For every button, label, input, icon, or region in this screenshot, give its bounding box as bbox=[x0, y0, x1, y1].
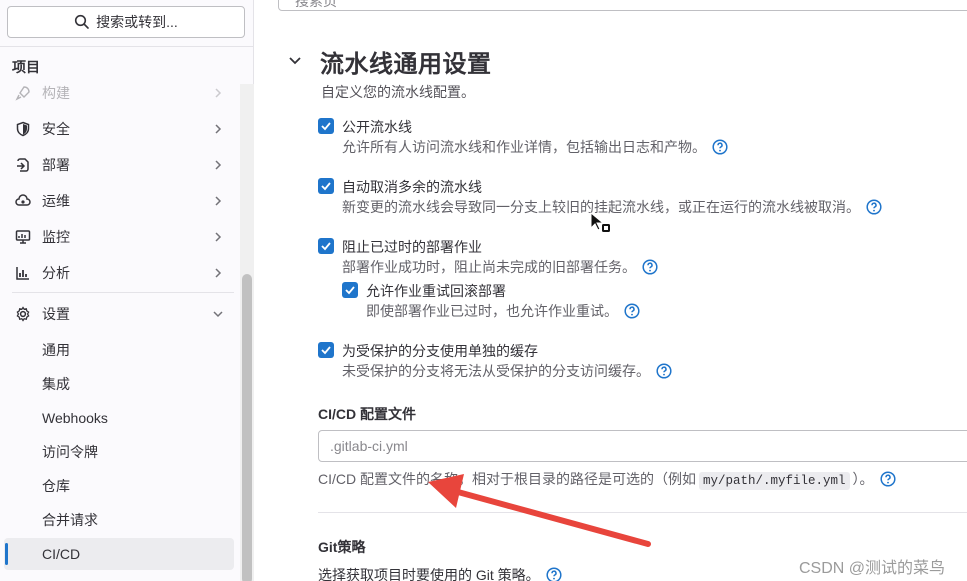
help-text: 允许所有人访问流水线和作业详情，包括输出日志和产物。 bbox=[342, 139, 706, 155]
checkbox-help-text: 允许所有人访问流水线和作业详情，包括输出日志和产物。 bbox=[342, 137, 728, 157]
checkbox-help-text: 即使部署作业已过时，也允许作业重试。 bbox=[366, 301, 640, 321]
shield-icon bbox=[14, 120, 32, 138]
sidebar: 搜索或转到... 项目 构建 安全 部署 运维 监控 分析 设置 通用 集成 W… bbox=[0, 0, 254, 581]
gear-icon bbox=[14, 305, 32, 323]
ci-config-label: CI/CD 配置文件 bbox=[318, 406, 416, 422]
ci-config-field bbox=[318, 430, 967, 462]
chevron-right-icon bbox=[215, 232, 222, 242]
help-text: 即使部署作业已过时，也允许作业重试。 bbox=[366, 303, 618, 319]
chevron-down-icon bbox=[213, 311, 223, 318]
settings-search-input[interactable]: 搜索页 bbox=[278, 0, 967, 11]
help-text: ）。 bbox=[852, 471, 874, 487]
chart-icon bbox=[14, 264, 32, 282]
sidebar-subitem-label: CI/CD bbox=[42, 546, 81, 562]
chevron-right-icon bbox=[215, 160, 222, 170]
question-icon[interactable] bbox=[866, 199, 882, 215]
sidebar-item-label: 分析 bbox=[42, 265, 70, 281]
deployments-icon bbox=[14, 156, 32, 174]
question-icon[interactable] bbox=[546, 567, 562, 581]
sidebar-scrollbar[interactable] bbox=[240, 84, 254, 581]
checkbox-help-text: 部署作业成功时，阻止尚未完成的旧部署任务。 bbox=[342, 257, 658, 277]
question-icon[interactable] bbox=[656, 363, 672, 379]
chevron-right-icon bbox=[215, 88, 222, 98]
sidebar-subitem-label: Webhooks bbox=[42, 410, 108, 426]
checkbox-help-text: 新变更的流水线会导致同一分支上较旧的挂起流水线，或正在运行的流水线被取消。 bbox=[342, 197, 882, 217]
question-icon[interactable] bbox=[624, 303, 640, 319]
check-icon bbox=[321, 122, 331, 131]
sidebar-subitem-label: 集成 bbox=[42, 376, 70, 392]
help-text: 未受保护的分支将无法从受保护的分支访问缓存。 bbox=[342, 363, 650, 379]
scrollbar-thumb[interactable] bbox=[242, 274, 252, 581]
sidebar-item-label: 构建 bbox=[42, 85, 70, 101]
monitor-icon bbox=[14, 228, 32, 246]
cloud-gear-icon bbox=[14, 192, 32, 210]
sidebar-separator bbox=[12, 292, 234, 293]
sidebar-subitem-general[interactable]: 通用 bbox=[4, 334, 234, 366]
sidebar-subitem-webhooks[interactable]: Webhooks bbox=[4, 402, 234, 434]
section-title: 流水线通用设置 bbox=[320, 51, 492, 78]
git-strategy-help: 选择获取项目时要使用的 Git 策略。 bbox=[318, 565, 562, 581]
search-button-label: 搜索或转到... bbox=[96, 14, 178, 30]
checkbox-label[interactable]: 为受保护的分支使用单独的缓存 bbox=[342, 341, 538, 361]
sidebar-item-monitor[interactable]: 监控 bbox=[4, 221, 234, 253]
annotation-arrow bbox=[428, 474, 651, 547]
help-text: 部署作业成功时，阻止尚未完成的旧部署任务。 bbox=[342, 259, 636, 275]
chevron-down-icon[interactable] bbox=[287, 52, 303, 68]
sidebar-item-build[interactable]: 构建 bbox=[4, 84, 234, 109]
rocket-icon bbox=[14, 84, 32, 102]
sidebar-divider bbox=[0, 46, 254, 47]
question-icon[interactable] bbox=[642, 259, 658, 275]
sidebar-item-label: 安全 bbox=[42, 121, 70, 137]
sidebar-nav: 构建 安全 部署 运维 监控 分析 设置 通用 集成 Webhooks 访问令牌… bbox=[0, 84, 240, 581]
sidebar-item-label: 部署 bbox=[42, 157, 70, 173]
search-button[interactable]: 搜索或转到... bbox=[7, 6, 245, 38]
help-text: 选择获取项目时要使用的 Git 策略。 bbox=[318, 567, 540, 581]
sidebar-subitem-cicd[interactable]: CI/CD bbox=[4, 538, 234, 570]
git-strategy-label: Git策略 bbox=[318, 539, 366, 555]
settings-search-placeholder: 搜索页 bbox=[295, 0, 337, 9]
sidebar-subitem-access-tokens[interactable]: 访问令牌 bbox=[4, 436, 234, 468]
checkbox-label[interactable]: 自动取消多余的流水线 bbox=[342, 177, 482, 197]
mouse-cursor-icon bbox=[590, 212, 610, 232]
question-icon[interactable] bbox=[879, 471, 896, 487]
sidebar-item-label: 监控 bbox=[42, 229, 70, 245]
checkbox[interactable] bbox=[318, 238, 334, 254]
sidebar-subitem-label: 通用 bbox=[42, 342, 70, 358]
check-icon bbox=[321, 346, 331, 355]
section-description: 自定义您的流水线配置。 bbox=[321, 84, 475, 100]
chevron-right-icon bbox=[215, 196, 222, 206]
sidebar-item-label: 设置 bbox=[42, 306, 70, 322]
sidebar-section-label: 项目 bbox=[12, 59, 40, 75]
chevron-right-icon bbox=[215, 268, 222, 278]
sidebar-subitem-label: 仓库 bbox=[42, 478, 70, 494]
sidebar-item-security[interactable]: 安全 bbox=[4, 113, 234, 145]
sidebar-item-settings[interactable]: 设置 bbox=[4, 298, 234, 330]
watermark: CSDN @测试的菜鸟 bbox=[799, 560, 946, 577]
sidebar-subitem-label: 访问令牌 bbox=[42, 444, 98, 460]
ci-config-input[interactable] bbox=[319, 431, 967, 461]
checkbox[interactable] bbox=[342, 282, 358, 298]
checkbox-label[interactable]: 公开流水线 bbox=[342, 117, 412, 137]
sidebar-subitem-repository[interactable]: 仓库 bbox=[4, 470, 234, 502]
checkbox[interactable] bbox=[318, 178, 334, 194]
checkbox[interactable] bbox=[318, 118, 334, 134]
check-icon bbox=[321, 182, 331, 191]
sidebar-subitem-integrations[interactable]: 集成 bbox=[4, 368, 234, 400]
sidebar-item-deploy[interactable]: 部署 bbox=[4, 149, 234, 181]
checkbox-label[interactable]: 允许作业重试回滚部署 bbox=[366, 281, 506, 301]
check-icon bbox=[345, 286, 355, 295]
path-example-code: my/path/.myfile.yml bbox=[699, 472, 850, 490]
chevron-right-icon bbox=[215, 124, 222, 134]
question-icon[interactable] bbox=[712, 139, 728, 155]
search-icon bbox=[75, 14, 89, 29]
checkbox-label[interactable]: 阻止已过时的部署作业 bbox=[342, 237, 482, 257]
sidebar-item-analyze[interactable]: 分析 bbox=[4, 257, 234, 289]
sidebar-item-label: 运维 bbox=[42, 193, 70, 209]
checkbox-help-text: 未受保护的分支将无法从受保护的分支访问缓存。 bbox=[342, 361, 672, 381]
sidebar-subitem-merge-requests[interactable]: 合并请求 bbox=[4, 504, 234, 536]
sidebar-subitem-label: 合并请求 bbox=[42, 512, 98, 528]
check-icon bbox=[321, 242, 331, 251]
sidebar-item-operate[interactable]: 运维 bbox=[4, 185, 234, 217]
checkbox[interactable] bbox=[318, 342, 334, 358]
